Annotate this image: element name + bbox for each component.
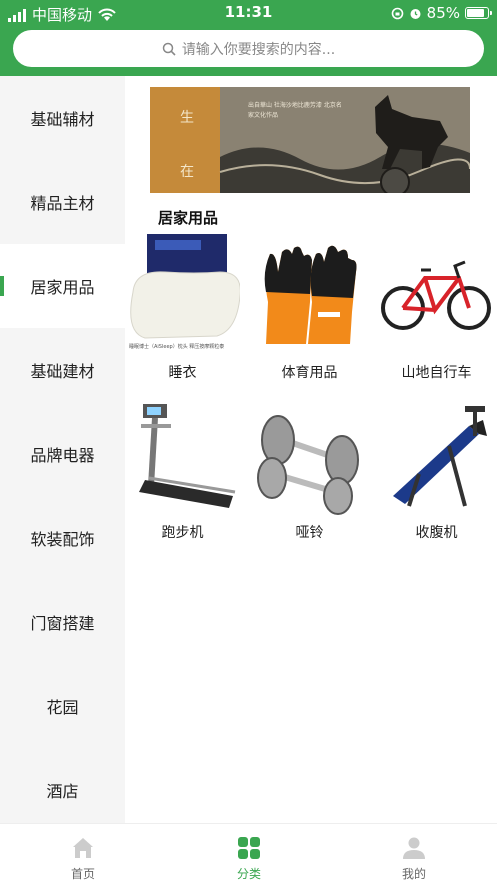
sidebar-item-hotel[interactable]: 酒店 — [0, 748, 125, 832]
product-label: 体育用品 — [281, 365, 338, 381]
bicycle-image — [379, 232, 494, 352]
sidebar-item-garden[interactable]: 花园 — [0, 664, 125, 748]
sidebar-item-label: 居家用品 — [30, 278, 95, 297]
treadmill-image — [125, 396, 240, 516]
sidebar-item-soft-decor[interactable]: 软装配饰 — [0, 496, 125, 580]
grid-icon — [238, 837, 260, 859]
search-icon — [162, 42, 176, 56]
tab-label: 我的 — [401, 867, 426, 881]
lock-rotation-icon — [391, 7, 403, 19]
sidebar-item-label: 基础建材 — [30, 362, 95, 381]
gloves-image — [252, 232, 367, 352]
sidebar-item-label: 品牌电器 — [30, 446, 95, 465]
sidebar-item-label: 软装配饰 — [30, 530, 95, 549]
category-sidebar: 基础辅材 精品主材 居家用品 基础建材 品牌电器 软装配饰 门窗搭建 花园 酒店 — [0, 76, 125, 823]
sidebar-item-label: 门窗搭建 — [30, 614, 95, 633]
section-title: 居家用品 — [158, 209, 219, 227]
tab-category[interactable]: 分类 — [209, 824, 289, 883]
sidebar-item-label: 基础辅材 — [30, 110, 95, 129]
sidebar-item-brand-appliances[interactable]: 品牌电器 — [0, 412, 125, 496]
product-label: 收腹机 — [415, 525, 458, 541]
category-banner[interactable]: 生 在 出自華山 社海沙地比鹿芳漆 北京名家文化作品 — [150, 87, 470, 193]
tab-bar: 首页 分类 我的 — [0, 823, 497, 883]
pillow-image-caption: 睡眠博士（AiSleep）枕头 释压按摩颗粒泰 — [129, 344, 225, 350]
header: 中国移动 11:31 85% 请输入你要搜索的内容... — [0, 0, 497, 76]
tab-label: 首页 — [70, 867, 95, 881]
ab-machine-image — [379, 396, 494, 516]
sidebar-item-label: 酒店 — [46, 782, 79, 801]
sidebar-item-label: 花园 — [46, 698, 79, 717]
tab-home[interactable]: 首页 — [43, 824, 123, 883]
home-icon — [73, 838, 93, 858]
user-icon — [403, 837, 425, 859]
sidebar-item-doors-windows[interactable]: 门窗搭建 — [0, 580, 125, 664]
banner-text-left: 生 在 — [180, 110, 194, 180]
sidebar-item-home-goods[interactable]: 居家用品 — [0, 244, 125, 328]
status-bar: 中国移动 11:31 85% — [0, 0, 497, 26]
product-label: 哑铃 — [295, 525, 324, 541]
product-pajamas[interactable]: 睡眠博士（AiSleep）枕头 释压按摩颗粒泰 睡衣 — [125, 232, 241, 382]
search-placeholder: 请输入你要搜索的内容... — [181, 41, 336, 58]
battery-icon — [465, 7, 492, 19]
sidebar-item-building-materials[interactable]: 基础建材 — [0, 328, 125, 412]
product-dumbbell[interactable]: 哑铃 — [252, 396, 367, 546]
sidebar-item-label: 精品主材 — [30, 194, 95, 213]
product-sports-goods[interactable]: 体育用品 — [252, 232, 367, 382]
dumbbell-image — [252, 396, 367, 516]
sidebar-item-basic-auxiliary[interactable]: 基础辅材 — [0, 76, 125, 160]
battery-label: 85% — [426, 4, 460, 22]
sidebar-item-premium-main[interactable]: 精品主材 — [0, 160, 125, 244]
banner-text-right: 出自華山 社海沙地比鹿芳漆 北京名家文化作品 — [248, 102, 342, 119]
pillow-image: 睡眠博士（AiSleep）枕头 释压按摩颗粒泰 — [125, 232, 241, 352]
product-treadmill[interactable]: 跑步机 — [125, 396, 240, 546]
search-bar[interactable]: 请输入你要搜索的内容... — [13, 30, 484, 67]
tab-label: 分类 — [236, 867, 261, 881]
product-label: 山地自行车 — [401, 365, 472, 381]
tab-profile[interactable]: 我的 — [374, 824, 454, 883]
product-label: 跑步机 — [161, 525, 204, 541]
product-label: 睡衣 — [168, 365, 197, 381]
product-ab-machine[interactable]: 收腹机 — [379, 396, 494, 546]
alarm-icon — [410, 8, 421, 19]
product-mountain-bike[interactable]: 山地自行车 — [379, 232, 494, 382]
